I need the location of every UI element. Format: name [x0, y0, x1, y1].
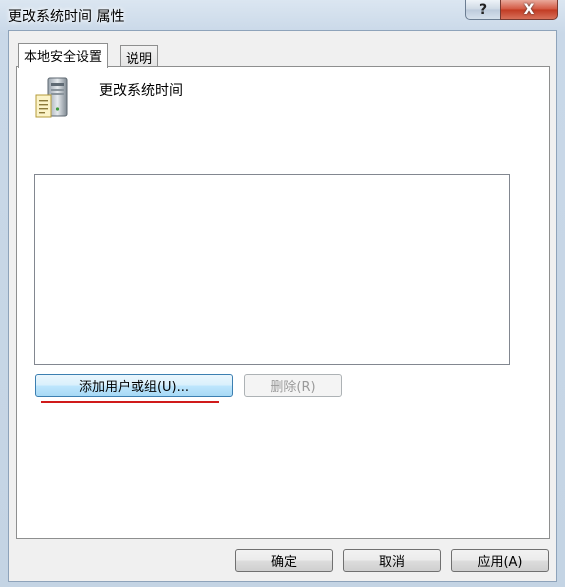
policy-name: 更改系统时间	[99, 83, 183, 99]
close-button[interactable]: X	[500, 0, 558, 20]
help-icon: ?	[478, 1, 488, 18]
server-policy-icon	[35, 77, 68, 118]
apply-button[interactable]: 应用(A)	[451, 549, 549, 572]
close-icon: X	[523, 1, 535, 18]
remove-button[interactable]: 删除(R)	[244, 374, 342, 397]
properties-dialog: 更改系统时间 属性 ? X 本地安全设置 说明 更改系统时间 添加用户或组(U)…	[0, 0, 565, 587]
window-title: 更改系统时间 属性	[8, 9, 125, 25]
add-user-or-group-button[interactable]: 添加用户或组(U)...	[35, 374, 233, 397]
highlight-underline	[41, 401, 219, 403]
dialog-client-area: 本地安全设置 说明 更改系统时间 添加用户或组(U)... 删除(R) 确定 取…	[8, 30, 557, 582]
help-button[interactable]: ?	[465, 0, 501, 20]
tab-local-security-setting[interactable]: 本地安全设置	[18, 43, 109, 68]
members-listbox[interactable]	[34, 174, 510, 365]
tab-explain[interactable]: 说明	[120, 45, 159, 67]
tab-panel: 更改系统时间 添加用户或组(U)... 删除(R)	[16, 66, 550, 539]
cancel-button[interactable]: 取消	[343, 549, 441, 572]
ok-button[interactable]: 确定	[235, 549, 333, 572]
